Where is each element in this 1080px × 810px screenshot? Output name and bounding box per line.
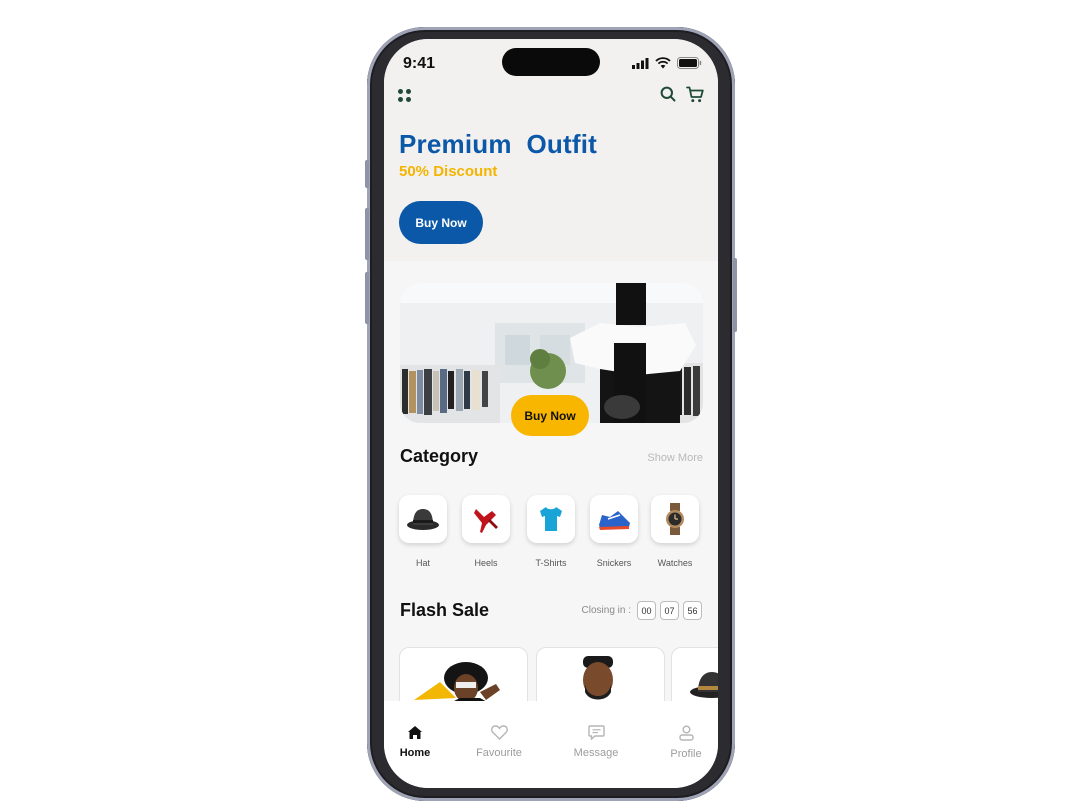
category-item-heels[interactable]: Heels <box>460 495 512 568</box>
banner-buy-now-button[interactable]: Buy Now <box>511 395 589 436</box>
tab-message[interactable]: Message <box>561 725 631 759</box>
hero-section: 9:41 Premium Outfit 50% Discount Buy Now <box>384 39 718 261</box>
category-title: Category <box>400 446 479 466</box>
closing-timer: Closing in : 00 07 56 <box>582 601 702 620</box>
app-screen: 9:41 Premium Outfit 50% Discount Buy Now… <box>384 39 718 788</box>
category-box <box>527 495 575 543</box>
closing-label: Closing in : <box>581 605 631 616</box>
phone-side-button <box>365 272 369 324</box>
watch-icon <box>666 503 684 535</box>
heels-icon <box>474 509 498 533</box>
category-label: T-Shirts <box>535 558 567 568</box>
phone-side-button <box>733 258 737 332</box>
phone-side-button <box>365 208 369 260</box>
tab-profile[interactable]: Profile <box>651 725 718 760</box>
tab-label: Message <box>573 747 619 759</box>
category-label: Watches <box>657 558 693 568</box>
category-label: Snickers <box>596 558 632 568</box>
bottom-tab-bar: Home Favourite Message Profile <box>384 701 718 788</box>
search-icon[interactable] <box>660 86 676 102</box>
timer-hours: 00 <box>637 601 656 620</box>
hero-title: Premium Outfit <box>399 129 598 159</box>
category-item-watches[interactable]: Watches <box>649 495 701 568</box>
tab-home[interactable]: Home <box>384 725 450 759</box>
category-box <box>399 495 447 543</box>
dynamic-island <box>502 48 600 76</box>
status-time: 9:41 <box>403 55 436 72</box>
sneaker-icon <box>599 511 630 530</box>
hat-icon <box>407 509 439 530</box>
hero-buy-now-button[interactable]: Buy Now <box>399 201 483 244</box>
top-actions <box>660 86 704 103</box>
timer-seconds: 56 <box>683 601 702 620</box>
category-box <box>590 495 638 543</box>
flash-sale-title: Flash Sale <box>400 600 490 620</box>
tshirt-icon <box>540 507 562 531</box>
phone-side-button <box>365 160 369 188</box>
category-box <box>462 495 510 543</box>
battery-icon <box>677 57 702 69</box>
tab-label: Home <box>399 747 431 759</box>
category-item-hat[interactable]: Hat <box>397 495 449 568</box>
home-icon <box>408 726 422 739</box>
category-box <box>651 495 699 543</box>
category-label: Hat <box>415 558 430 568</box>
profile-icon <box>678 725 694 741</box>
tab-label: Favourite <box>476 747 522 759</box>
tab-label: Profile <box>670 748 702 760</box>
show-more-link[interactable]: Show More <box>647 452 703 464</box>
tab-favourite[interactable]: Favourite <box>464 725 534 759</box>
category-item-tshirts[interactable]: T-Shirts <box>525 495 577 568</box>
signal-icon <box>632 57 649 69</box>
hero-subtitle: 50% Discount <box>399 163 498 180</box>
wifi-icon <box>655 57 671 69</box>
heart-icon <box>490 725 508 740</box>
category-item-snickers[interactable]: Snickers <box>588 495 640 568</box>
message-icon <box>587 725 605 741</box>
status-icons <box>632 57 702 69</box>
cart-icon[interactable] <box>686 86 704 103</box>
timer-minutes: 07 <box>660 601 679 620</box>
category-label: Heels <box>474 558 498 568</box>
menu-icon[interactable] <box>398 89 412 103</box>
